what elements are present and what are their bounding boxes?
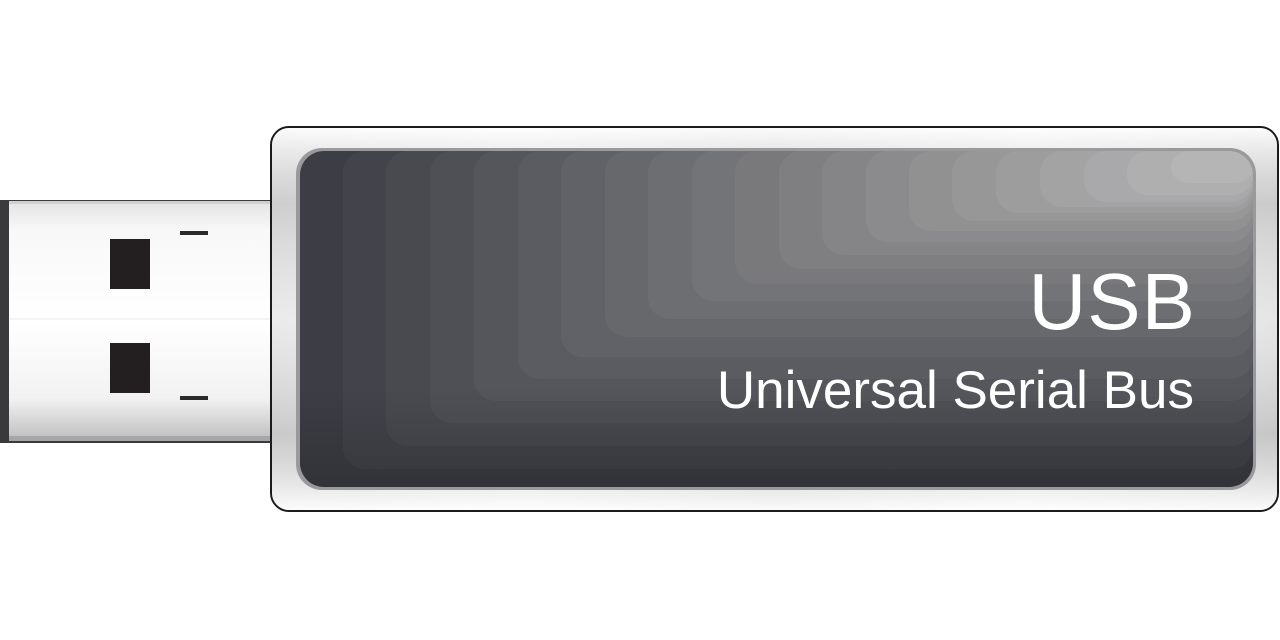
pin-hole-top [110, 239, 150, 289]
universal-serial-bus-label: Universal Serial Bus [716, 361, 1194, 420]
contact-slot-top [180, 231, 208, 235]
usb-drive-illustration: USB Universal Serial Bus [0, 0, 1280, 640]
usb-plug-connector [0, 200, 272, 443]
pin-hole-bottom [110, 343, 150, 393]
contact-slot-bottom [180, 396, 208, 400]
usb-label: USB [1028, 257, 1196, 346]
